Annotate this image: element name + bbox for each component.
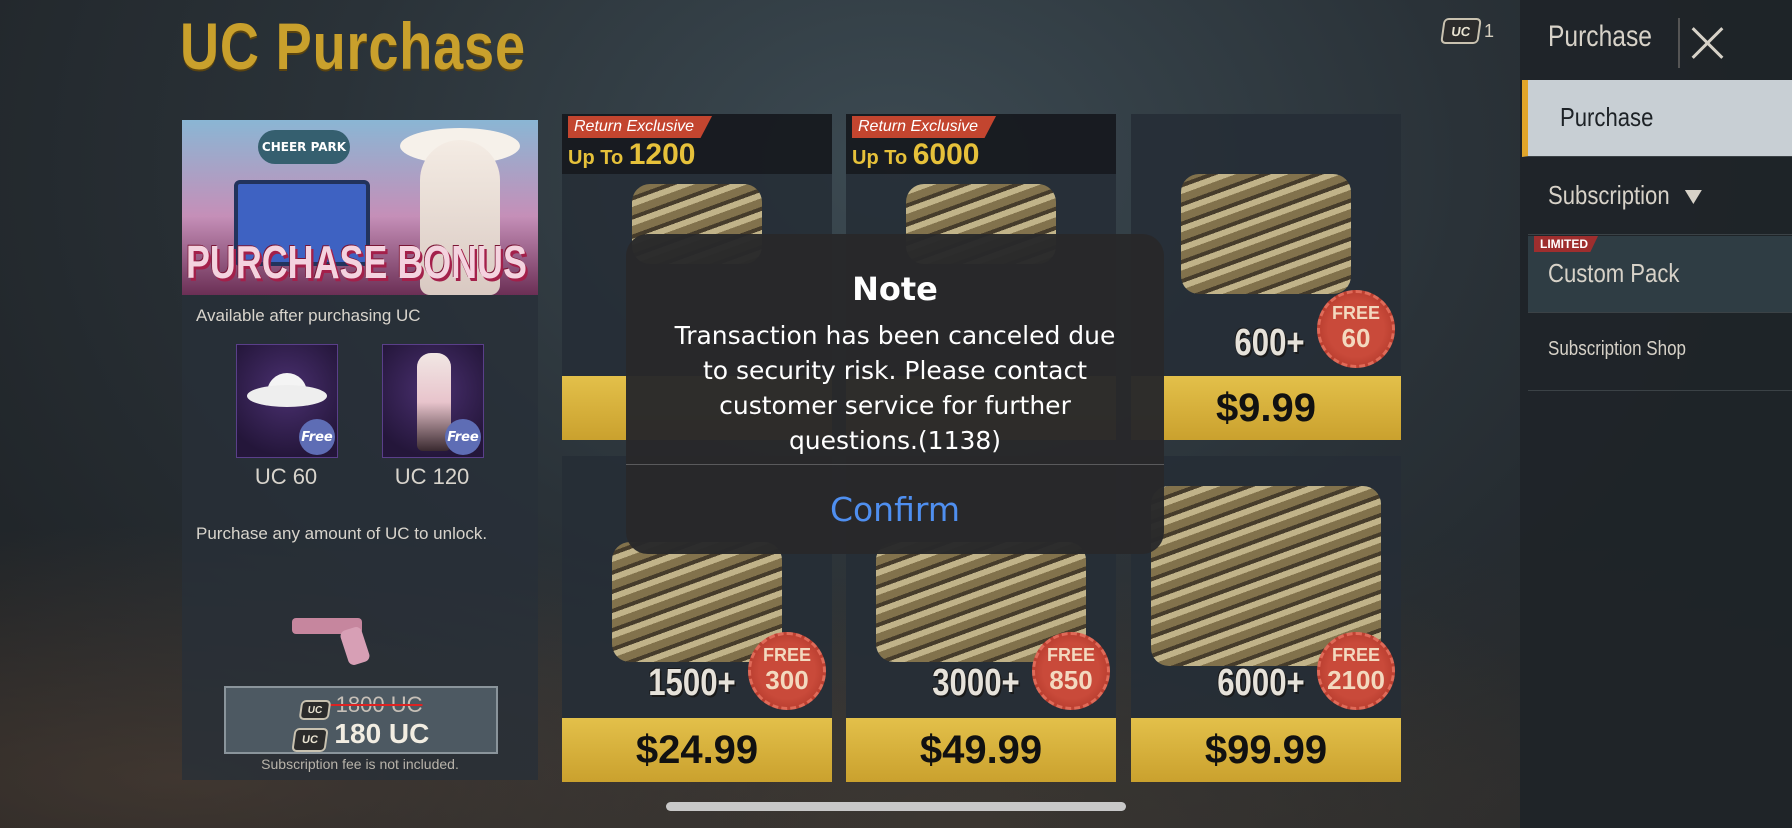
- confirm-button[interactable]: Confirm: [626, 465, 1164, 554]
- home-indicator[interactable]: [666, 802, 1126, 811]
- dialog-title: Note: [852, 270, 938, 308]
- dialog-message: Transaction has been canceled due to sec…: [674, 321, 1116, 455]
- note-dialog: Note Transaction has been canceled due t…: [626, 234, 1164, 554]
- modal-overlay: Note Transaction has been canceled due t…: [0, 0, 1792, 828]
